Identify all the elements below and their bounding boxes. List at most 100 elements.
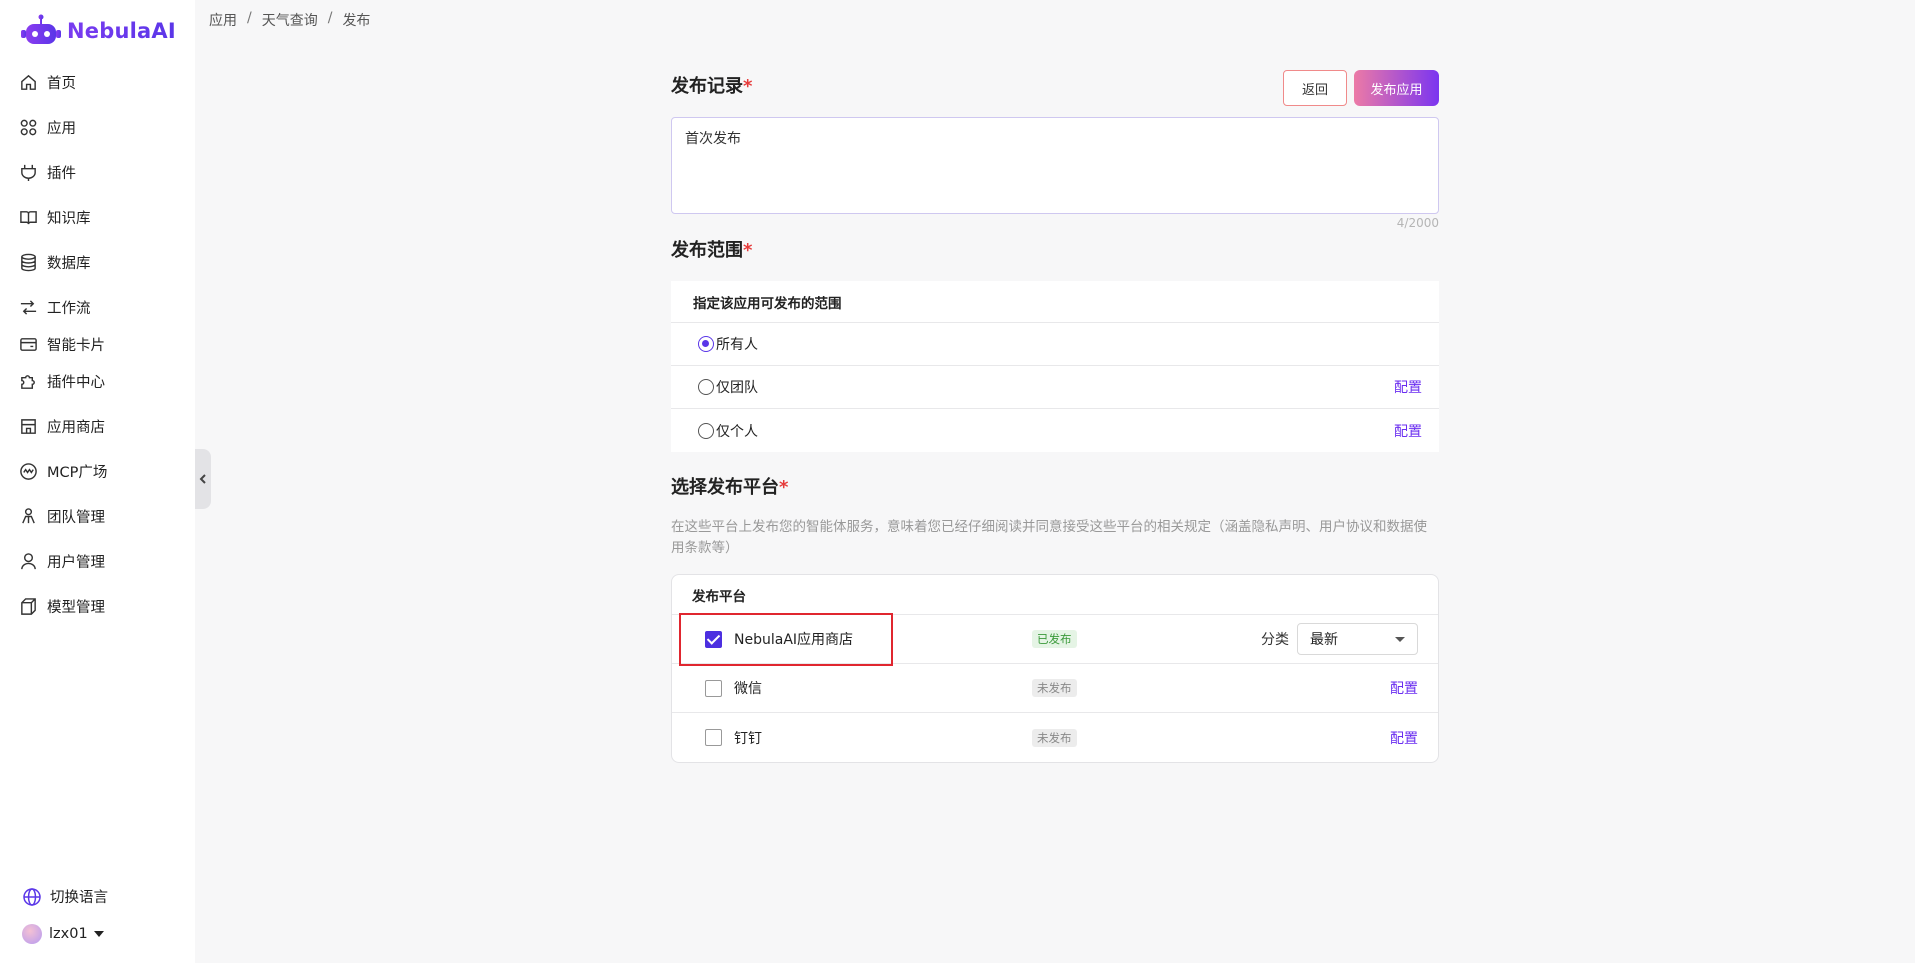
sidebar-item-label: 知识库	[47, 210, 91, 227]
team-config-link[interactable]: 配置	[1394, 377, 1422, 397]
sidebar-item-label: 应用	[47, 120, 76, 137]
record-title: 发布记录*	[671, 72, 752, 98]
caret-down-icon	[93, 931, 104, 937]
sidebar-collapse-button[interactable]	[195, 449, 211, 509]
platform-row-dingtalk: 钉钉 未发布 配置	[672, 713, 1438, 762]
platform-name: 微信	[734, 681, 762, 697]
sidebar-item-models[interactable]: 模型管理	[19, 591, 105, 621]
sidebar-item-label: 首页	[47, 75, 76, 92]
checkbox-dingtalk[interactable]	[705, 729, 722, 746]
status-badge: 未发布	[1032, 679, 1077, 697]
language-label: 切换语言	[50, 890, 108, 906]
record-title-text: 发布记录	[671, 76, 743, 97]
radio-team[interactable]	[698, 379, 714, 395]
mcp-icon	[20, 462, 37, 480]
status-badge: 已发布	[1032, 630, 1077, 648]
scope-title-text: 发布范围	[671, 240, 743, 261]
username: lzx01	[49, 926, 88, 942]
sidebar-item-label: MCP广场	[47, 464, 108, 481]
user-menu[interactable]: lzx01	[22, 924, 104, 944]
scope-option-personal[interactable]: 仅个人 配置	[671, 409, 1439, 452]
required-mark: *	[743, 76, 753, 97]
sidebar-item-plugin-center[interactable]: 插件中心	[19, 366, 105, 396]
sidebar-item-plugins[interactable]: 插件	[19, 157, 76, 187]
sidebar-item-mcp[interactable]: MCP广场	[19, 456, 107, 486]
back-button[interactable]: 返回	[1283, 70, 1347, 106]
char-counter: 4/2000	[1396, 216, 1439, 230]
logo[interactable]: NebulaAI	[20, 14, 176, 48]
publish-button[interactable]: 发布应用	[1354, 70, 1439, 106]
personal-config-link[interactable]: 配置	[1394, 421, 1422, 441]
sidebar-item-label: 用户管理	[47, 554, 105, 571]
sidebar-item-users[interactable]: 用户管理	[19, 546, 105, 576]
radio-everyone[interactable]	[698, 336, 714, 352]
chevron-left-icon	[199, 474, 206, 484]
platform-title: 选择发布平台*	[671, 473, 788, 499]
radio-personal[interactable]	[698, 422, 714, 439]
sidebar-item-label: 插件	[47, 165, 76, 182]
platform-row-store: NebulaAI应用商店 已发布 分类 最新	[672, 615, 1438, 664]
checkbox-store[interactable]	[705, 630, 722, 648]
sidebar-item-label: 团队管理	[47, 509, 105, 526]
scope-title: 发布范围*	[671, 236, 752, 262]
sidebar-item-label: 插件中心	[47, 374, 105, 391]
team-icon	[22, 507, 35, 523]
sidebar-item-label: 模型管理	[47, 599, 105, 616]
scope-option-label: 所有人	[716, 337, 758, 353]
user-icon	[21, 552, 36, 569]
wechat-config-link[interactable]: 配置	[1390, 678, 1418, 698]
sidebar-item-knowledge[interactable]: 知识库	[19, 202, 91, 232]
workflow-icon	[20, 299, 37, 315]
book-icon	[20, 210, 37, 224]
language-switch[interactable]: 切换语言	[22, 886, 108, 907]
sidebar-item-team[interactable]: 团队管理	[19, 501, 105, 531]
platform-table: 发布平台 NebulaAI应用商店 已发布 分类 最新 微信 未发布 配置 钉钉…	[671, 574, 1439, 763]
breadcrumb-item-app[interactable]: 天气查询	[262, 10, 318, 30]
sidebar-item-database[interactable]: 数据库	[19, 247, 91, 277]
scope-option-everyone[interactable]: 所有人	[671, 323, 1439, 366]
required-mark: *	[743, 240, 753, 261]
sidebar-item-label: 应用商店	[47, 419, 105, 436]
status-badge: 未发布	[1032, 728, 1077, 747]
sidebar-item-label: 智能卡片	[47, 337, 105, 354]
scope-header: 指定该应用可发布的范围	[671, 281, 1439, 323]
sidebar-item-label: 数据库	[47, 255, 91, 272]
platform-row-wechat: 微信 未发布 配置	[672, 664, 1438, 713]
category-value: 最新	[1310, 632, 1338, 648]
logo-text: NebulaAI	[67, 19, 176, 43]
scope-options: 指定该应用可发布的范围 所有人 仅团队 配置 仅个人 配置	[671, 281, 1439, 452]
dingtalk-config-link[interactable]: 配置	[1390, 728, 1418, 748]
breadcrumb: 应用 / 天气查询 / 发布	[209, 10, 370, 30]
category-select[interactable]: 最新	[1297, 623, 1418, 655]
platform-name: NebulaAI应用商店	[734, 632, 854, 648]
platform-name: 钉钉	[734, 730, 762, 747]
publish-record-textarea[interactable]: 首次发布	[671, 117, 1439, 214]
scope-option-label: 仅个人	[716, 423, 758, 440]
sidebar-item-workflow[interactable]: 工作流	[19, 292, 91, 322]
cube-icon	[21, 597, 36, 615]
sidebar-item-apps[interactable]: 应用	[19, 112, 76, 142]
breadcrumb-item-current: 发布	[342, 13, 371, 29]
apps-grid-icon	[20, 119, 37, 135]
scope-option-team[interactable]: 仅团队 配置	[671, 366, 1439, 409]
platform-title-text: 选择发布平台	[671, 477, 779, 498]
required-mark: *	[779, 477, 789, 498]
database-icon	[21, 253, 36, 271]
breadcrumb-separator: /	[247, 10, 252, 26]
card-icon	[20, 337, 37, 351]
sidebar-item-app-store[interactable]: 应用商店	[19, 411, 105, 441]
category-label: 分类	[1261, 632, 1289, 648]
breadcrumb-separator: /	[327, 10, 333, 26]
plug-icon	[21, 164, 36, 181]
store-icon	[21, 418, 36, 434]
sidebar-item-home[interactable]: 首页	[19, 67, 76, 97]
avatar	[22, 924, 42, 944]
scope-option-label: 仅团队	[716, 380, 758, 396]
platform-description: 在这些平台上发布您的智能体服务，意味着您已经仔细阅读并同意接受这些平台的相关规定…	[671, 519, 1427, 556]
puzzle-icon	[21, 374, 35, 389]
sidebar: NebulaAI 首页 应用 插件 知识库 数据库 工作流 智能卡片 插件中心 …	[0, 0, 195, 963]
checkbox-wechat[interactable]	[705, 679, 722, 697]
breadcrumb-item-apps[interactable]: 应用	[209, 10, 237, 30]
home-icon	[21, 74, 36, 90]
sidebar-item-cards[interactable]: 智能卡片	[19, 329, 105, 359]
